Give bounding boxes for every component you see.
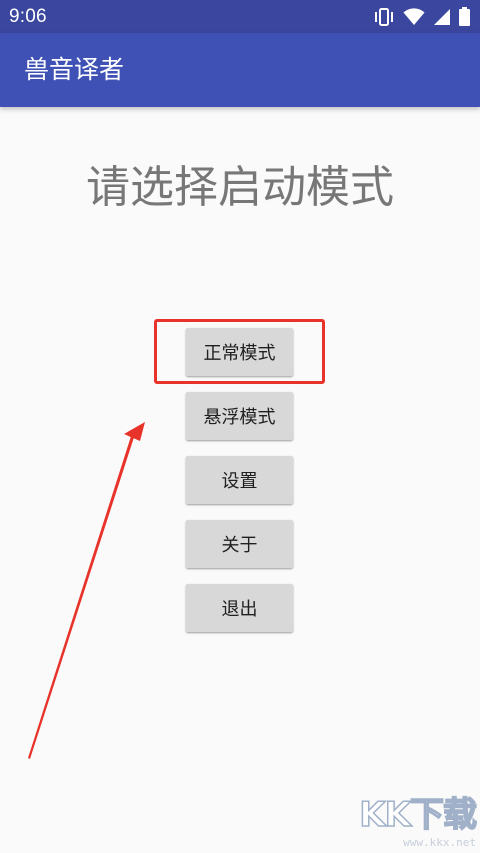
watermark-logo-text: KK下载 — [359, 794, 478, 836]
watermark-logo: KK下载 www.kkx.net — [358, 794, 478, 851]
signal-icon — [433, 8, 451, 26]
status-icons — [373, 7, 470, 26]
settings-button[interactable]: 设置 — [186, 456, 293, 504]
status-time: 9:06 — [9, 5, 47, 27]
about-button[interactable]: 关于 — [186, 520, 293, 568]
wifi-icon — [403, 7, 425, 26]
watermark-url: www.kkx.net — [403, 836, 476, 849]
float-mode-button[interactable]: 悬浮模式 — [186, 392, 293, 440]
exit-button[interactable]: 退出 — [186, 584, 293, 632]
normal-mode-button[interactable]: 正常模式 — [186, 328, 293, 376]
battery-icon — [459, 7, 470, 26]
app-title: 兽音译者 — [24, 55, 125, 84]
status-bar: 9:06 — [0, 0, 480, 33]
vibrate-icon — [373, 7, 395, 26]
app-bar: 兽音译者 — [0, 33, 480, 107]
page-heading: 请选择启动模式 — [86, 162, 394, 213]
